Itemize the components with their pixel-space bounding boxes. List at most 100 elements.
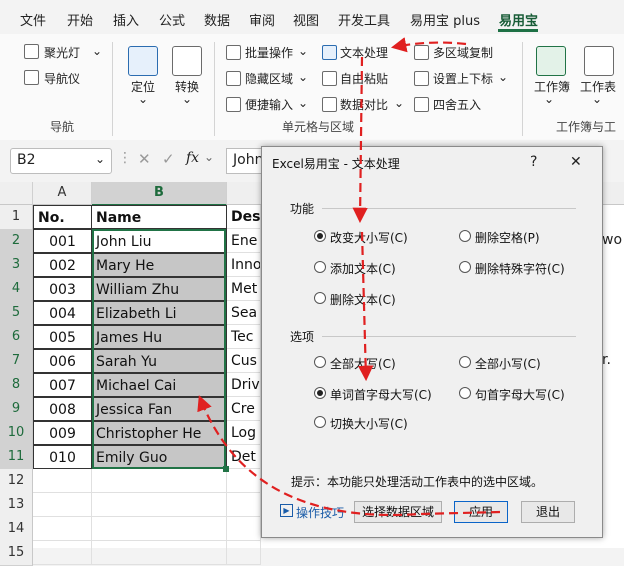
hide-area-button[interactable]: 隐藏区域 [245,70,293,87]
chevron-down-icon[interactable]: ⌄ [298,44,308,58]
chevron-down-icon[interactable]: ⌄ [138,92,148,106]
cell-name[interactable]: Emily Guo [91,445,227,469]
cell-desc[interactable]: Met [227,277,261,301]
cell-desc[interactable]: Tec [227,325,261,349]
cell-empty[interactable] [227,493,261,517]
name-box[interactable]: B2 ⌄ [10,148,112,174]
apply-button[interactable]: 应用 [454,501,508,523]
chevron-down-icon[interactable]: ⌄ [95,152,105,166]
menu-insert[interactable]: 插入 [113,10,139,29]
cell-empty[interactable] [33,517,92,541]
fill-handle[interactable] [223,466,229,472]
cell-no[interactable]: 007 [33,373,92,397]
row-header[interactable]: 15 [0,541,33,566]
row-header[interactable]: 1 [0,205,33,230]
cell-empty[interactable] [33,541,92,565]
cell-empty[interactable] [91,517,227,541]
menu-formulas[interactable]: 公式 [159,10,185,29]
cell-desc[interactable]: Cre [227,397,261,421]
cell-desc[interactable]: Ene [227,229,261,253]
chevron-down-icon[interactable]: ⌄ [298,70,308,84]
help-icon[interactable]: ? [530,154,537,170]
row-header[interactable]: 6 [0,325,33,350]
chevron-down-icon[interactable]: ⌄ [498,70,508,84]
menu-file[interactable]: 文件 [20,10,46,29]
free-paste-button[interactable]: 自由粘贴 [340,70,388,87]
select-all-corner[interactable] [0,182,33,205]
cell-empty[interactable] [91,541,227,565]
header-cell-name[interactable]: Name [91,205,227,229]
cell-no[interactable]: 003 [33,277,92,301]
cell-empty[interactable] [91,469,227,493]
cell-name[interactable]: Sarah Yu [91,349,227,373]
data-compare-button[interactable]: 数据对比 [340,96,388,113]
menu-developer[interactable]: 开发工具 [338,10,390,29]
cell-no[interactable]: 004 [33,301,92,325]
quick-input-button[interactable]: 便捷输入 [245,96,293,113]
cell-name[interactable]: Michael Cai [91,373,227,397]
radio-remove-special[interactable] [459,261,471,273]
row-header[interactable]: 3 [0,253,33,278]
menu-view[interactable]: 视图 [293,10,319,29]
header-cell-desc[interactable]: Desc [227,205,261,229]
cell-empty[interactable] [227,517,261,541]
cell-no[interactable]: 010 [33,445,92,469]
cell-name[interactable]: Christopher He [91,421,227,445]
cell-name[interactable]: William Zhu [91,277,227,301]
chevron-down-icon[interactable]: ⌄ [92,44,102,58]
radio-remove-text[interactable] [314,292,326,304]
cancel-icon[interactable]: ✕ [138,150,151,168]
row-header[interactable]: 5 [0,301,33,326]
cell-no[interactable]: 006 [33,349,92,373]
cell-name[interactable]: Jessica Fan [91,397,227,421]
menu-data[interactable]: 数据 [204,10,230,29]
menu-yiyongbao-plus[interactable]: 易用宝 plus [410,10,480,29]
radio-all-lower[interactable] [459,356,471,368]
radio-toggle-case[interactable] [314,416,326,428]
cell-no[interactable]: 005 [33,325,92,349]
text-process-button[interactable]: 文本处理 [340,44,388,61]
cell-name[interactable]: Elizabeth Li [91,301,227,325]
cell-desc[interactable]: Log [227,421,261,445]
cell-desc[interactable]: Det [227,445,261,469]
cell-desc[interactable]: Sea [227,301,261,325]
radio-remove-spaces[interactable] [459,230,471,242]
cell-name[interactable]: John Liu [91,229,227,253]
close-icon[interactable]: ✕ [570,154,582,170]
cell-name[interactable]: James Hu [91,325,227,349]
multi-area-copy-button[interactable]: 多区域复制 [433,44,493,61]
spotlight-button[interactable]: 聚光灯 [44,44,80,61]
row-header[interactable]: 2 [0,229,33,254]
batch-operation-button[interactable]: 批量操作 [245,44,293,61]
row-header[interactable]: 9 [0,397,33,422]
cell-desc[interactable]: Cus [227,349,261,373]
menu-review[interactable]: 审阅 [249,10,275,29]
chevron-down-icon[interactable]: ⌄ [298,96,308,110]
cell-no[interactable]: 008 [33,397,92,421]
row-header[interactable]: 12 [0,469,33,494]
exit-button[interactable]: 退出 [521,501,575,523]
cell-empty[interactable] [227,469,261,493]
chevron-down-icon[interactable]: ⌄ [592,92,602,106]
row-header[interactable]: 10 [0,421,33,446]
navigator-button[interactable]: 导航仪 [44,70,80,87]
radio-change-case[interactable] [314,230,326,242]
column-header-a[interactable]: A [33,182,92,205]
menu-home[interactable]: 开始 [67,10,93,29]
cell-desc[interactable]: Driv [227,373,261,397]
cell-empty[interactable] [33,469,92,493]
superscript-button[interactable]: 设置上下标 [433,70,493,87]
cell-name[interactable]: Mary He [91,253,227,277]
radio-title-case[interactable] [314,387,326,399]
row-header[interactable]: 13 [0,493,33,518]
chevron-down-icon[interactable]: ⌄ [544,92,554,106]
row-header[interactable]: 4 [0,277,33,302]
menu-yiyongbao[interactable]: 易用宝 [499,10,538,29]
row-header[interactable]: 8 [0,373,33,398]
fx-icon[interactable]: fx [186,150,199,166]
cell-empty[interactable] [227,541,261,565]
column-header-b[interactable]: B [92,182,227,206]
header-cell-no[interactable]: No. [33,205,92,229]
cell-no[interactable]: 001 [33,229,92,253]
radio-sentence-case[interactable] [459,387,471,399]
